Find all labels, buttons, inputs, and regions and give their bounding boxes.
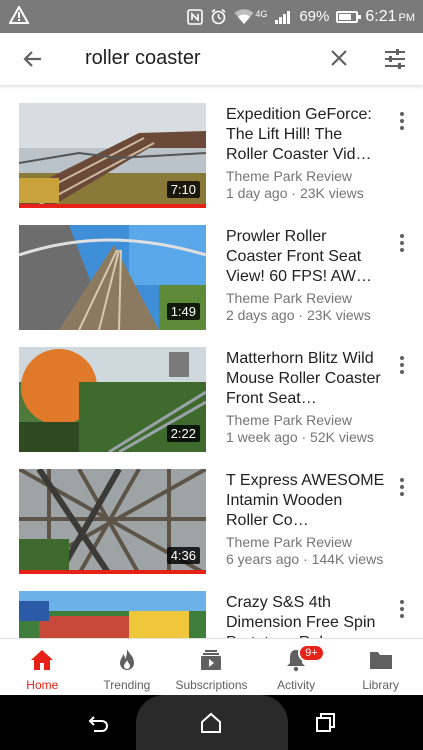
nav-label: Trending (103, 678, 151, 692)
video-meta: Prowler Roller Coaster Front Seat View! … (226, 227, 386, 324)
nav-label: Library (362, 678, 400, 692)
video-meta: Expedition GeForce: The Lift Hill! The R… (226, 105, 386, 202)
clock: 6:21 PM (365, 8, 415, 26)
clear-icon[interactable] (327, 46, 351, 70)
filter-icon[interactable] (382, 46, 408, 72)
recents-nav-icon[interactable] (313, 711, 337, 735)
nav-trending[interactable]: Trending (85, 639, 170, 695)
more-options-icon[interactable] (396, 356, 408, 376)
video-result[interactable]: 1:49 Prowler Roller Coaster Front Seat V… (0, 207, 423, 330)
video-result[interactable]: 2:22 Matterhorn Blitz Wild Mouse Roller … (0, 329, 423, 452)
duration-badge: 2:22 (166, 425, 200, 442)
more-options-icon[interactable] (396, 478, 408, 498)
system-nav-bar (0, 695, 423, 750)
video-meta: T Express AWESOME Intamin Wooden Roller … (226, 471, 386, 568)
battery-icon (336, 10, 362, 23)
clock-time: 6:21 (365, 7, 397, 25)
video-result[interactable]: Crazy S&S 4th Dimension Free Spin Protot… (0, 573, 423, 638)
clock-ampm: PM (398, 11, 416, 24)
alarm-icon (211, 8, 226, 25)
warning-icon (9, 6, 29, 24)
duration-badge: 1:49 (166, 303, 200, 320)
channel-name: Theme Park Review (226, 168, 353, 184)
nav-activity[interactable]: 9+ Activity (254, 639, 339, 695)
home-icon (31, 650, 54, 670)
nav-library[interactable]: Library (338, 639, 423, 695)
video-thumbnail[interactable]: 4:36 (19, 469, 206, 574)
thumbnail-image (19, 591, 206, 638)
video-thumbnail[interactable]: 7:10 (19, 103, 206, 208)
video-title[interactable]: Crazy S&S 4th Dimension Free Spin Protot… (226, 593, 386, 638)
nav-label: Activity (277, 678, 316, 692)
more-options-icon[interactable] (396, 112, 408, 132)
notification-badge: 9+ (298, 644, 325, 662)
nav-home[interactable]: Home (0, 639, 85, 695)
screen: 4G 69% 6:21 PM roller coaster 7:10 Exped… (0, 0, 423, 750)
bottom-nav: Home Trending Subscriptions 9+ Activity … (0, 638, 423, 695)
back-nav-icon[interactable] (86, 711, 110, 735)
status-bar: 4G 69% 6:21 PM (0, 0, 423, 33)
video-title[interactable]: Expedition GeForce: The Lift Hill! The R… (226, 105, 386, 165)
wifi-icon (234, 8, 254, 24)
video-result[interactable]: 7:10 Expedition GeForce: The Lift Hill! … (0, 85, 423, 208)
duration-badge: 4:36 (166, 547, 200, 564)
search-query[interactable]: roller coaster (85, 47, 201, 70)
nav-label: Home (26, 678, 59, 692)
video-meta: Matterhorn Blitz Wild Mouse Roller Coast… (226, 349, 386, 446)
nav-subscriptions[interactable]: Subscriptions (169, 639, 254, 695)
more-options-icon[interactable] (396, 234, 408, 254)
flame-icon (119, 649, 134, 670)
more-options-icon[interactable] (396, 600, 408, 620)
video-title[interactable]: T Express AWESOME Intamin Wooden Roller … (226, 471, 386, 531)
signal-icon (275, 10, 291, 24)
video-thumbnail[interactable]: 1:49 (19, 225, 206, 330)
battery-percent: 69% (299, 8, 330, 25)
search-bar: roller coaster (0, 33, 423, 85)
video-stats: 1 week ago · 52K views (226, 429, 374, 445)
network-type-label: 4G (255, 8, 268, 19)
folder-icon (369, 652, 392, 669)
home-nav-icon[interactable] (199, 711, 223, 735)
video-stats: 6 years ago · 144K views (226, 551, 384, 567)
video-thumbnail[interactable]: 2:22 (19, 347, 206, 452)
channel-name: Theme Park Review (226, 412, 353, 428)
video-stats: 2 days ago · 23K views (226, 307, 371, 323)
nfc-icon (187, 8, 204, 25)
nav-label: Subscriptions (175, 678, 248, 692)
duration-badge: 7:10 (166, 181, 200, 198)
video-thumbnail[interactable] (19, 591, 206, 638)
video-stats: 1 day ago · 23K views (226, 185, 364, 201)
results-list: 7:10 Expedition GeForce: The Lift Hill! … (0, 85, 423, 638)
video-meta: Crazy S&S 4th Dimension Free Spin Protot… (226, 593, 386, 638)
subscriptions-icon (201, 650, 222, 670)
video-title[interactable]: Prowler Roller Coaster Front Seat View! … (226, 227, 386, 287)
video-title[interactable]: Matterhorn Blitz Wild Mouse Roller Coast… (226, 349, 386, 409)
back-arrow-icon[interactable] (21, 47, 45, 71)
channel-name: Theme Park Review (226, 534, 353, 550)
video-result[interactable]: 4:36 T Express AWESOME Intamin Wooden Ro… (0, 451, 423, 574)
channel-name: Theme Park Review (226, 290, 353, 306)
